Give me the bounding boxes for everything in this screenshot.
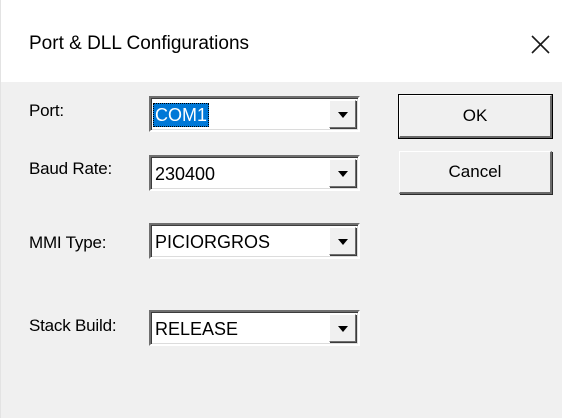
ok-button[interactable]: OK <box>398 94 553 139</box>
port-label: Port: <box>29 101 64 120</box>
port-dropdown-button[interactable] <box>329 100 356 128</box>
close-button[interactable] <box>523 28 557 62</box>
chevron-down-icon <box>338 112 348 118</box>
stack-build-combobox[interactable]: RELEASE <box>149 310 360 346</box>
port-dll-config-dialog: Port & DLL Configurations Port: COM1 Bau… <box>0 0 562 418</box>
mmi-type-dropdown-button[interactable] <box>329 227 356 255</box>
stack-build-label: Stack Build: <box>29 316 117 335</box>
port-value: COM1 <box>153 103 210 127</box>
chevron-down-icon <box>338 326 348 332</box>
mmi-type-label: MMI Type: <box>29 233 107 252</box>
baud-rate-combobox[interactable]: 230400 <box>149 155 360 191</box>
port-combobox[interactable]: COM1 <box>149 96 360 132</box>
baud-rate-dropdown-button[interactable] <box>329 159 356 187</box>
chevron-down-icon <box>338 171 348 177</box>
title-bar: Port & DLL Configurations <box>1 0 562 82</box>
stack-build-dropdown-button[interactable] <box>329 314 356 342</box>
window-title: Port & DLL Configurations <box>29 33 250 54</box>
mmi-type-value: PICIORGROS <box>155 232 271 252</box>
baud-rate-label: Baud Rate: <box>29 159 113 178</box>
stack-build-value: RELEASE <box>155 319 239 339</box>
mmi-type-combobox[interactable]: PICIORGROS <box>149 223 360 259</box>
baud-rate-value: 230400 <box>155 164 216 184</box>
chevron-down-icon <box>338 239 348 245</box>
close-icon <box>531 35 550 54</box>
cancel-button[interactable]: Cancel <box>399 151 552 194</box>
